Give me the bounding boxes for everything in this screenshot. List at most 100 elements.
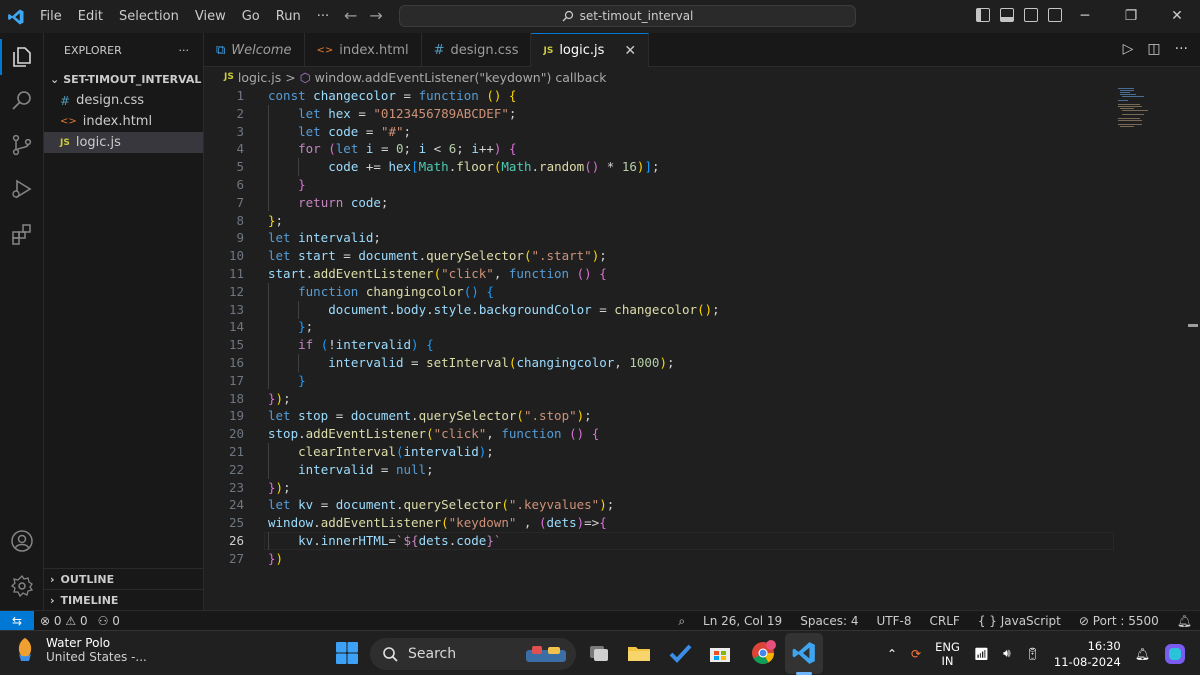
- code-line[interactable]: 22 intervalid = null;: [204, 461, 1200, 479]
- sync-app-icon[interactable]: ⟳: [911, 647, 921, 661]
- vscode-logo-icon[interactable]: [0, 0, 32, 33]
- code-line[interactable]: 27}): [204, 550, 1200, 568]
- restore-icon[interactable]: ❐: [1108, 0, 1154, 33]
- code-line[interactable]: 24 let kv = document.querySelector(".keyv…: [204, 496, 1200, 514]
- code-line[interactable]: 5 code += hex[Math.floor(Math.random() *…: [204, 158, 1200, 176]
- extensions-icon[interactable]: [10, 223, 34, 247]
- chevron-up-icon[interactable]: ⌃: [887, 647, 897, 661]
- code-line[interactable]: 19 let stop = document.querySelector(".st…: [204, 407, 1200, 425]
- customize-layout-icon[interactable]: [1048, 8, 1062, 22]
- notifications-bell-icon[interactable]: 🔔︎: [1177, 614, 1192, 628]
- run-icon[interactable]: ▷: [1123, 41, 1134, 57]
- wifi-icon[interactable]: 📶︎: [974, 647, 989, 661]
- chrome-icon[interactable]: [750, 640, 776, 666]
- code-line[interactable]: 9 let intervalid;: [204, 229, 1200, 247]
- remote-indicator-icon[interactable]: ⇆: [0, 610, 34, 631]
- code-line[interactable]: 10 let start = document.querySelector(".s…: [204, 247, 1200, 265]
- toggle-primary-sidebar-icon[interactable]: [976, 8, 990, 22]
- todo-app-icon[interactable]: [667, 640, 693, 666]
- more-actions-icon[interactable]: ···: [1175, 41, 1188, 57]
- file-item-index-html[interactable]: <> index.html: [44, 111, 203, 132]
- back-arrow-icon[interactable]: ←: [344, 6, 357, 25]
- code-line[interactable]: 20 stop.addEventListener("click", functio…: [204, 425, 1200, 443]
- command-center[interactable]: set-timout_interval: [399, 5, 856, 27]
- code-line[interactable]: 4 for (let i = 0; i < 6; i++) {: [204, 140, 1200, 158]
- code-line[interactable]: 8};: [204, 212, 1200, 230]
- weather-widget[interactable]: Water Polo United States -...: [14, 636, 147, 664]
- toggle-secondary-sidebar-icon[interactable]: [1024, 8, 1038, 22]
- language-indicator[interactable]: ENG IN: [935, 640, 960, 668]
- code-line[interactable]: 7 return code;: [204, 194, 1200, 212]
- code-line[interactable]: 13 document.body.style.backgroundColor =…: [204, 301, 1200, 319]
- file-item-design-css[interactable]: # design.css: [44, 90, 203, 111]
- code-line[interactable]: 18});: [204, 390, 1200, 408]
- tab-index-html[interactable]: <> index.html: [305, 33, 422, 67]
- tab-welcome[interactable]: ⧉ Welcome: [204, 33, 305, 67]
- accounts-icon[interactable]: [10, 529, 34, 553]
- settings-gear-icon[interactable]: [10, 574, 34, 598]
- code-line[interactable]: 25 window.addEventListener("keydown" , (d…: [204, 514, 1200, 532]
- breadcrumb-symbol[interactable]: window.addEventListener("keydown") callb…: [315, 70, 607, 85]
- ports-indicator[interactable]: ⚇ 0: [98, 614, 120, 628]
- code-line[interactable]: 23});: [204, 479, 1200, 497]
- menu-view[interactable]: View: [187, 0, 234, 33]
- taskbar-search[interactable]: Search: [370, 638, 576, 670]
- code-line[interactable]: 16 intervalid = setInterval(changingcolo…: [204, 354, 1200, 372]
- close-tab-icon[interactable]: ✕: [624, 43, 636, 59]
- notification-bell-icon[interactable]: 🔔︎: [1135, 647, 1150, 661]
- split-editor-icon[interactable]: ◫: [1147, 41, 1160, 57]
- copilot-icon[interactable]: [1164, 643, 1186, 665]
- workspace-folder[interactable]: ⌄ SET-TIMOUT_INTERVAL: [44, 68, 203, 90]
- cursor-position[interactable]: Ln 26, Col 19: [703, 614, 782, 628]
- indentation[interactable]: Spaces: 4: [800, 614, 858, 628]
- tab-design-css[interactable]: # design.css: [422, 33, 532, 67]
- explorer-more-icon[interactable]: ···: [179, 44, 190, 57]
- code-line[interactable]: 21 clearInterval(intervalid);: [204, 443, 1200, 461]
- windows-start-icon[interactable]: [335, 641, 359, 665]
- code-line[interactable]: 3 let code = "#";: [204, 123, 1200, 141]
- menu-selection[interactable]: Selection: [111, 0, 187, 33]
- editor-scrollbar[interactable]: [1188, 87, 1200, 610]
- menu-run[interactable]: Run: [268, 0, 309, 33]
- encoding[interactable]: UTF-8: [877, 614, 912, 628]
- code-line[interactable]: 1 const changecolor = function () {: [204, 87, 1200, 105]
- code-line[interactable]: 11 start.addEventListener("click", functi…: [204, 265, 1200, 283]
- explorer-files-icon[interactable]: [10, 45, 34, 69]
- clock[interactable]: 16:30 11-08-2024: [1054, 638, 1121, 670]
- source-control-icon[interactable]: [10, 133, 34, 157]
- menu-go[interactable]: Go: [234, 0, 268, 33]
- battery-icon[interactable]: 🔋︎: [1025, 647, 1040, 661]
- task-view-icon[interactable]: [586, 640, 612, 666]
- minimize-icon[interactable]: ─: [1062, 0, 1108, 33]
- live-server-port[interactable]: ⊘ Port : 5500: [1079, 614, 1159, 628]
- menu-edit[interactable]: Edit: [70, 0, 111, 33]
- vscode-taskbar-icon[interactable]: [791, 640, 817, 666]
- tab-logic-js[interactable]: JS logic.js ✕: [531, 33, 650, 67]
- code-line[interactable]: 2 let hex = "0123456789ABCDEF";: [204, 105, 1200, 123]
- run-debug-icon[interactable]: [10, 177, 34, 201]
- search-view-icon[interactable]: [10, 89, 34, 113]
- menu-file[interactable]: File: [32, 0, 70, 33]
- timeline-section[interactable]: › TIMELINE: [44, 589, 204, 610]
- end-of-line[interactable]: CRLF: [930, 614, 960, 628]
- menu-more[interactable]: ···: [309, 0, 337, 33]
- outline-section[interactable]: › OUTLINE: [44, 568, 204, 589]
- language-mode[interactable]: { } JavaScript: [978, 614, 1061, 628]
- volume-icon[interactable]: 🔊︎: [1003, 646, 1011, 661]
- store-icon[interactable]: [707, 640, 733, 666]
- file-explorer-icon[interactable]: [626, 640, 652, 666]
- code-line[interactable]: 14 };: [204, 318, 1200, 336]
- code-line[interactable]: 6 }: [204, 176, 1200, 194]
- zoom-icon[interactable]: ⌕: [678, 614, 685, 629]
- code-line[interactable]: 15 if (!intervalid) {: [204, 336, 1200, 354]
- code-line[interactable]: 17 }: [204, 372, 1200, 390]
- breadcrumb-file[interactable]: logic.js: [238, 70, 281, 85]
- forward-arrow-icon[interactable]: →: [369, 6, 382, 25]
- close-window-icon[interactable]: ✕: [1154, 0, 1200, 33]
- code-editor[interactable]: 1 const changecolor = function () {2 let …: [204, 87, 1200, 610]
- toggle-panel-icon[interactable]: [1000, 8, 1014, 22]
- minimap[interactable]: [1116, 87, 1186, 127]
- code-line[interactable]: 26 kv.innerHTML=`${dets.code}`: [204, 532, 1200, 550]
- code-line[interactable]: 12 function changingcolor() {: [204, 283, 1200, 301]
- problems-indicator[interactable]: ⊗ 0 ⚠ 0: [40, 614, 88, 628]
